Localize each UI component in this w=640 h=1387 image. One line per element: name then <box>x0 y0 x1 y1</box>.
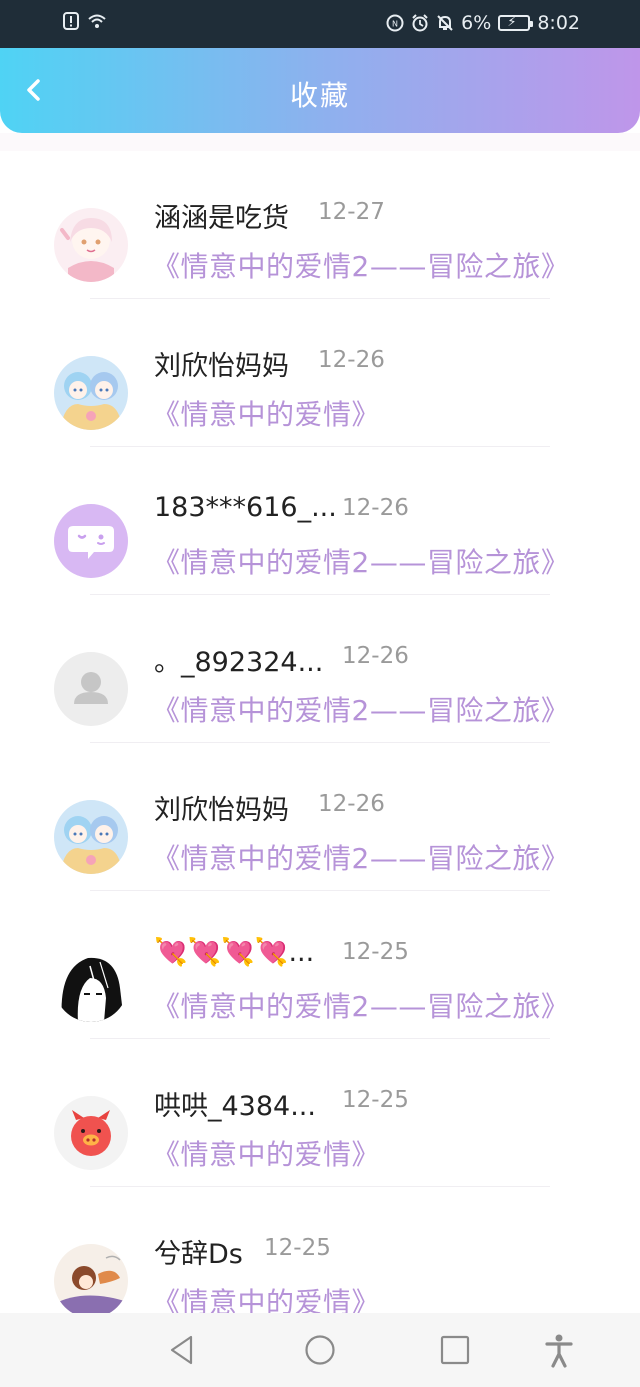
anime-twins-avatar-icon <box>54 356 128 430</box>
header-separator <box>0 133 640 151</box>
app-header: 收藏 <box>0 48 640 133</box>
list-item[interactable]: 。_892324... 12-26 《情意中的爱情2——冒险之旅》 <box>0 595 640 743</box>
favorite-date: 12-26 <box>318 791 385 817</box>
list-item[interactable]: 刘欣怡妈妈 12-26 《情意中的爱情》 <box>0 299 640 447</box>
work-title-link[interactable]: 《情意中的爱情2——冒险之旅》 <box>152 689 569 729</box>
list-item[interactable]: 涵涵是吃货 12-27 《情意中的爱情2——冒险之旅》 <box>0 151 640 299</box>
list-item[interactable]: 哄哄_4384... 12-25 《情意中的爱情》 <box>0 1039 640 1187</box>
mute-icon <box>436 14 454 32</box>
default-user-avatar-icon <box>54 652 128 726</box>
work-title-link[interactable]: 《情意中的爱情2——冒险之旅》 <box>152 541 569 581</box>
wifi-icon <box>88 12 106 30</box>
pig-avatar-icon <box>54 1096 128 1170</box>
status-bar: N 6% ⚡ 8:02 <box>0 0 640 48</box>
user-name: 183***616_... <box>154 492 337 523</box>
favorite-date: 12-25 <box>342 1087 409 1113</box>
favorite-date: 12-27 <box>318 199 385 225</box>
avatar[interactable] <box>54 800 128 874</box>
avatar[interactable] <box>54 504 128 578</box>
manga-girl-avatar-icon <box>54 948 128 1022</box>
chat-bubble-avatar-icon <box>54 504 128 578</box>
back-triangle-icon <box>170 1335 193 1365</box>
accessibility-icon <box>545 1334 573 1368</box>
nav-back-button[interactable] <box>164 1332 200 1368</box>
alarm-icon <box>411 14 429 32</box>
favorite-date: 12-25 <box>342 939 409 965</box>
list-item[interactable]: 💘💘💘💘... 12-25 《情意中的爱情2——冒险之旅》 <box>0 891 640 1039</box>
user-name: 刘欣怡妈妈 <box>154 351 289 382</box>
work-title-link[interactable]: 《情意中的爱情2——冒险之旅》 <box>152 985 569 1025</box>
work-title-link[interactable]: 《情意中的爱情》 <box>152 1133 380 1173</box>
nav-accessibility-button[interactable] <box>541 1332 577 1368</box>
user-name: 。_892324... <box>154 647 324 678</box>
svg-text:N: N <box>392 20 398 29</box>
anime-fox-girl-avatar-icon <box>54 1244 128 1318</box>
anime-twins-avatar-icon <box>54 800 128 874</box>
system-nav-bar <box>0 1313 640 1387</box>
work-title-link[interactable]: 《情意中的爱情2——冒险之旅》 <box>152 837 569 877</box>
alert-icon <box>62 12 80 30</box>
recents-square-icon <box>440 1335 470 1365</box>
page-title: 收藏 <box>289 79 350 112</box>
list-item[interactable]: 183***616_... 12-26 《情意中的爱情2——冒险之旅》 <box>0 447 640 595</box>
nav-home-button[interactable] <box>302 1332 338 1368</box>
battery-charging-icon: ⚡ <box>498 15 534 31</box>
list-item[interactable]: 刘欣怡妈妈 12-26 《情意中的爱情2——冒险之旅》 <box>0 743 640 891</box>
favorite-date: 12-25 <box>264 1235 331 1261</box>
avatar[interactable] <box>54 948 128 1022</box>
favorite-date: 12-26 <box>318 347 385 373</box>
user-name: 💘💘💘💘... <box>154 937 315 968</box>
nav-recents-button[interactable] <box>437 1332 473 1368</box>
avatar[interactable] <box>54 208 128 282</box>
user-name: 兮辞Ds <box>154 1239 243 1270</box>
nfc-icon: N <box>386 14 404 32</box>
avatar[interactable] <box>54 652 128 726</box>
favorite-date: 12-26 <box>342 495 409 521</box>
clock: 8:02 <box>537 12 580 34</box>
user-name: 刘欣怡妈妈 <box>154 795 289 826</box>
avatar[interactable] <box>54 356 128 430</box>
work-title-link[interactable]: 《情意中的爱情》 <box>152 393 380 433</box>
favorites-list: 涵涵是吃货 12-27 《情意中的爱情2——冒险之旅》 刘欣怡妈妈 12-26 … <box>0 151 640 1335</box>
user-name: 涵涵是吃货 <box>154 203 289 234</box>
work-title-link[interactable]: 《情意中的爱情2——冒险之旅》 <box>152 245 569 285</box>
avatar[interactable] <box>54 1244 128 1318</box>
anime-girl-pink-avatar-icon <box>54 208 128 282</box>
user-name: 哄哄_4384... <box>154 1091 316 1122</box>
favorite-date: 12-26 <box>342 643 409 669</box>
battery-percent: 6% <box>461 12 492 34</box>
avatar[interactable] <box>54 1096 128 1170</box>
home-circle-icon <box>305 1335 335 1365</box>
